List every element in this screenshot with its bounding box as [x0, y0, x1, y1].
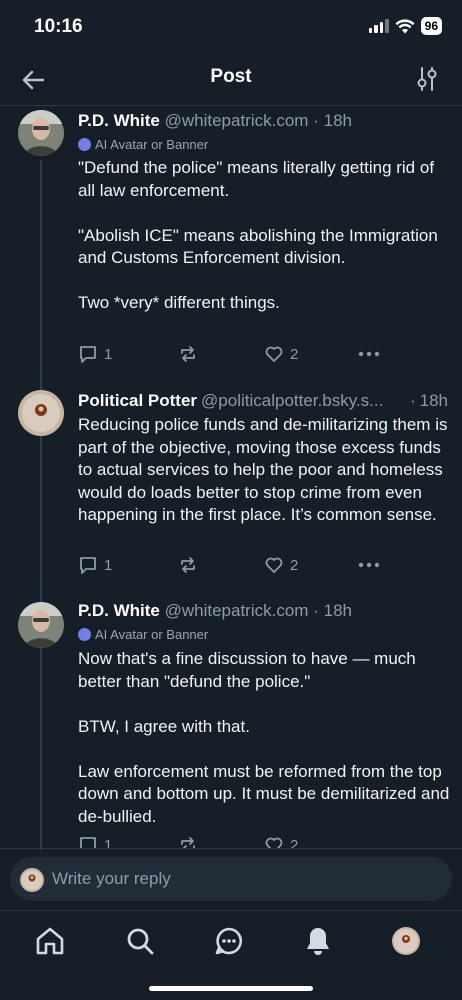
reply-input[interactable]: Write your reply [52, 869, 171, 889]
cellular-signal-icon [368, 19, 389, 33]
like-count: 2 [290, 345, 299, 363]
reply-count: 1 [104, 345, 113, 363]
page-title: Post [210, 66, 252, 87]
author-handle[interactable]: @politicalpotter.bsky.s... [197, 391, 406, 411]
post-item[interactable]: P.D. White @whitepatrick.com · 18h AI Av… [0, 106, 462, 386]
repost-icon [181, 557, 195, 573]
post-time: 18h [323, 601, 352, 620]
post-actions: 1 2 [78, 342, 448, 366]
search-icon[interactable] [124, 925, 156, 957]
repost-button[interactable] [178, 555, 264, 575]
reply-button[interactable]: 1 [78, 344, 178, 364]
repost-button[interactable] [178, 344, 264, 364]
status-time: 10:16 [34, 16, 83, 37]
post-text: Now that's a fine discussion to have — m… [78, 649, 450, 826]
status-bar: 10:16 96 [0, 0, 462, 54]
divider [0, 848, 462, 849]
wifi-icon [395, 18, 415, 33]
avatar[interactable] [18, 602, 64, 648]
author-name[interactable]: P.D. White [78, 111, 160, 130]
content-label[interactable]: AI Avatar or Banner [78, 137, 208, 152]
bell-icon[interactable] [302, 925, 334, 957]
post-text: "Defund the police" means literally gett… [78, 158, 438, 312]
ellipsis-icon [358, 351, 380, 357]
author-handle[interactable]: @whitepatrick.com [165, 111, 309, 130]
reply-button[interactable]: 1 [78, 835, 178, 848]
reply-count: 1 [104, 836, 113, 849]
speech-bubble-icon [80, 837, 96, 848]
like-button[interactable]: 2 [264, 344, 358, 364]
post-text: Reducing police funds and de-militarizin… [78, 415, 453, 524]
repost-icon [181, 837, 195, 848]
home-indicator [149, 986, 313, 991]
profile-avatar[interactable] [392, 927, 420, 955]
like-button[interactable]: 2 [264, 555, 358, 575]
heart-icon [265, 837, 283, 848]
post-meta: P.D. White @whitepatrick.com · 18h [78, 111, 448, 131]
speech-bubble-icon [80, 557, 96, 574]
author-handle[interactable]: @whitepatrick.com [165, 601, 309, 620]
meta-separator: · [313, 111, 319, 130]
post-time: 18h [419, 391, 448, 410]
reply-button[interactable]: 1 [78, 555, 178, 575]
heart-icon [265, 557, 283, 573]
meta-separator: · [313, 601, 319, 620]
content-label[interactable]: AI Avatar or Banner [78, 627, 208, 642]
post-header: Post [0, 54, 462, 106]
repost-icon [181, 346, 195, 362]
author-name[interactable]: Political Potter [78, 391, 197, 411]
ai-label-icon [78, 138, 91, 151]
like-button[interactable]: 2 [264, 835, 358, 848]
like-count: 2 [290, 556, 299, 574]
author-name[interactable]: P.D. White [78, 601, 160, 620]
status-icons: 96 [368, 17, 442, 35]
post-meta: P.D. White @whitepatrick.com · 18h [78, 601, 448, 621]
post-item[interactable]: P.D. White @whitepatrick.com · 18h AI Av… [0, 598, 462, 848]
home-icon[interactable] [34, 925, 66, 957]
heart-icon [265, 346, 283, 362]
post-time: 18h [323, 111, 352, 130]
sliders-icon[interactable] [416, 66, 438, 92]
meta-separator: · [409, 391, 416, 410]
chat-icon[interactable] [213, 925, 245, 957]
content-label-text: AI Avatar or Banner [95, 137, 209, 152]
content-label-text: AI Avatar or Banner [95, 627, 209, 642]
avatar [20, 868, 44, 892]
ai-label-icon [78, 628, 91, 641]
post-meta: Political Potter @politicalpotter.bsky.s… [78, 391, 448, 411]
repost-button[interactable] [178, 835, 264, 848]
reply-count: 1 [104, 556, 113, 574]
post-actions: 1 2 [78, 553, 448, 577]
reply-composer[interactable]: Write your reply [10, 857, 452, 901]
more-options-button[interactable] [358, 562, 380, 568]
more-options-button[interactable] [358, 351, 380, 357]
battery-indicator: 96 [420, 17, 442, 35]
ellipsis-icon [358, 562, 380, 568]
post-item[interactable]: Political Potter @politicalpotter.bsky.s… [0, 386, 462, 598]
like-count: 2 [290, 836, 299, 849]
bottom-tab-bar [0, 911, 462, 1000]
post-actions: 1 2 [78, 833, 448, 848]
avatar[interactable] [18, 390, 64, 436]
speech-bubble-icon [80, 346, 96, 363]
avatar[interactable] [18, 110, 64, 156]
